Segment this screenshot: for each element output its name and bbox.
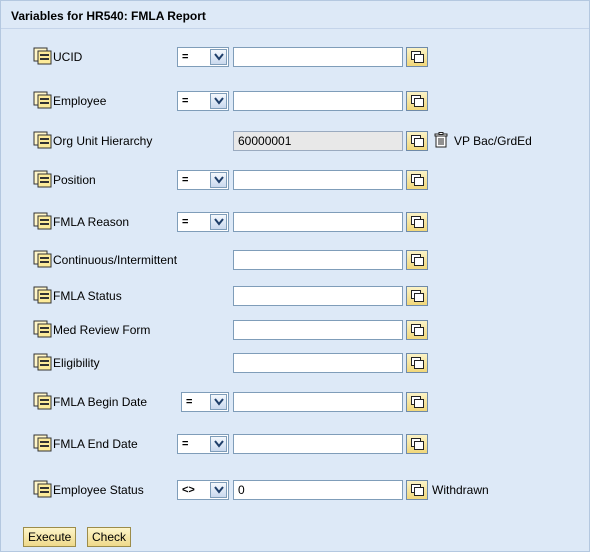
variable-label-org-unit-hierarchy: Org Unit Hierarchy	[53, 134, 153, 148]
value-help-icon[interactable]	[406, 434, 428, 454]
value-input-fmla-begin-date[interactable]	[233, 392, 403, 412]
variable-label-fmla-status: FMLA Status	[53, 289, 122, 303]
hierarchy-icon	[33, 212, 52, 230]
value-help-icon[interactable]	[406, 353, 428, 373]
variable-label-fmla-reason: FMLA Reason	[53, 215, 130, 229]
check-button[interactable]: Check	[87, 527, 132, 547]
chevron-down-icon[interactable]	[210, 49, 227, 65]
value-input-fmla-status[interactable]	[233, 286, 403, 306]
value-input-employee[interactable]	[233, 91, 403, 111]
variable-row-org-unit-hierarchy: Org Unit Hierarchy 60000001 VP Bac/GrdEd	[1, 129, 589, 153]
value-input-fmla-end-date[interactable]	[233, 434, 403, 454]
hierarchy-icon	[33, 47, 52, 65]
value-input-eligibility[interactable]	[233, 353, 403, 373]
hierarchy-icon	[33, 250, 52, 268]
value-help-icon[interactable]	[406, 250, 428, 270]
chevron-down-icon[interactable]	[210, 172, 227, 188]
variable-row-employee: Employee =	[1, 89, 589, 113]
value-help-icon[interactable]	[406, 480, 428, 500]
variable-row-position: Position =	[1, 168, 589, 192]
variable-row-fmla-end-date: FMLA End Date =	[1, 432, 589, 456]
operator-value: =	[186, 396, 193, 408]
operator-select-employee-status[interactable]: <>	[177, 480, 229, 500]
panel-title: Variables for HR540: FMLA Report	[1, 1, 589, 29]
variable-label-continuous-intermittent: Continuous/Intermittent	[53, 253, 178, 267]
variable-label-position: Position	[53, 173, 96, 187]
chevron-down-icon[interactable]	[210, 482, 227, 498]
value-help-icon[interactable]	[406, 170, 428, 190]
operator-select-fmla-begin-date[interactable]: =	[181, 392, 229, 412]
value-input-med-review-form[interactable]	[233, 320, 403, 340]
operator-value: =	[182, 174, 189, 186]
value-input-position[interactable]	[233, 170, 403, 190]
value-help-icon[interactable]	[406, 392, 428, 412]
chevron-down-icon[interactable]	[210, 436, 227, 452]
hierarchy-icon	[33, 353, 52, 371]
variable-label-med-review-form: Med Review Form	[53, 323, 151, 337]
value-help-icon[interactable]	[406, 91, 428, 111]
chevron-down-icon[interactable]	[210, 214, 227, 230]
operator-value: <>	[182, 484, 195, 496]
hierarchy-icon	[33, 286, 52, 304]
hierarchy-icon	[33, 170, 52, 188]
variable-row-fmla-reason: FMLA Reason =	[1, 210, 589, 234]
variable-label-employee-status: Employee Status	[53, 483, 144, 497]
value-input-org-unit-hierarchy[interactable]: 60000001	[233, 131, 403, 151]
operator-select-employee[interactable]: =	[177, 91, 229, 111]
variable-label-employee: Employee	[53, 94, 107, 108]
value-input-ucid[interactable]	[233, 47, 403, 67]
chevron-down-icon[interactable]	[210, 394, 227, 410]
value-help-icon[interactable]	[406, 320, 428, 340]
execute-button[interactable]: Execute	[23, 527, 77, 547]
value-input-fmla-reason[interactable]	[233, 212, 403, 232]
variable-row-ucid: UCID =	[1, 45, 589, 69]
variable-row-fmla-begin-date: FMLA Begin Date =	[1, 390, 589, 414]
value-help-icon[interactable]	[406, 212, 428, 232]
variable-row-continuous-intermittent: Continuous/Intermittent	[1, 248, 589, 272]
hierarchy-icon	[33, 480, 52, 498]
operator-select-fmla-reason[interactable]: =	[177, 212, 229, 232]
variable-row-med-review-form: Med Review Form	[1, 318, 589, 342]
operator-select-position[interactable]: =	[177, 170, 229, 190]
hierarchy-icon	[33, 131, 52, 149]
operator-value: =	[182, 216, 189, 228]
operator-value: =	[182, 95, 189, 107]
variable-label-eligibility: Eligibility	[53, 356, 100, 370]
trash-icon[interactable]	[434, 132, 448, 148]
hierarchy-icon	[33, 91, 52, 109]
hierarchy-icon	[33, 392, 52, 410]
value-input-continuous-intermittent[interactable]	[233, 250, 403, 270]
hierarchy-icon	[33, 320, 52, 338]
operator-select-ucid[interactable]: =	[177, 47, 229, 67]
variable-row-fmla-status: FMLA Status	[1, 284, 589, 308]
value-help-icon[interactable]	[406, 131, 428, 151]
value-help-icon[interactable]	[406, 47, 428, 67]
operator-value: =	[182, 51, 189, 63]
variable-label-fmla-end-date: FMLA End Date	[53, 437, 138, 451]
variable-label-fmla-begin-date: FMLA Begin Date	[53, 395, 148, 409]
variable-row-employee-status: Employee Status <> 0 Withdrawn	[1, 478, 589, 502]
hierarchy-icon	[33, 434, 52, 452]
variable-row-eligibility: Eligibility	[1, 351, 589, 375]
employee-status-description: Withdrawn	[432, 483, 489, 497]
value-help-icon[interactable]	[406, 286, 428, 306]
operator-value: =	[182, 438, 189, 450]
variables-panel: Variables for HR540: FMLA Report UCID = …	[0, 0, 590, 552]
chevron-down-icon[interactable]	[210, 93, 227, 109]
value-input-employee-status[interactable]: 0	[233, 480, 403, 500]
operator-select-fmla-end-date[interactable]: =	[177, 434, 229, 454]
org-unit-description: VP Bac/GrdEd	[454, 134, 532, 148]
variable-label-ucid: UCID	[53, 50, 83, 64]
